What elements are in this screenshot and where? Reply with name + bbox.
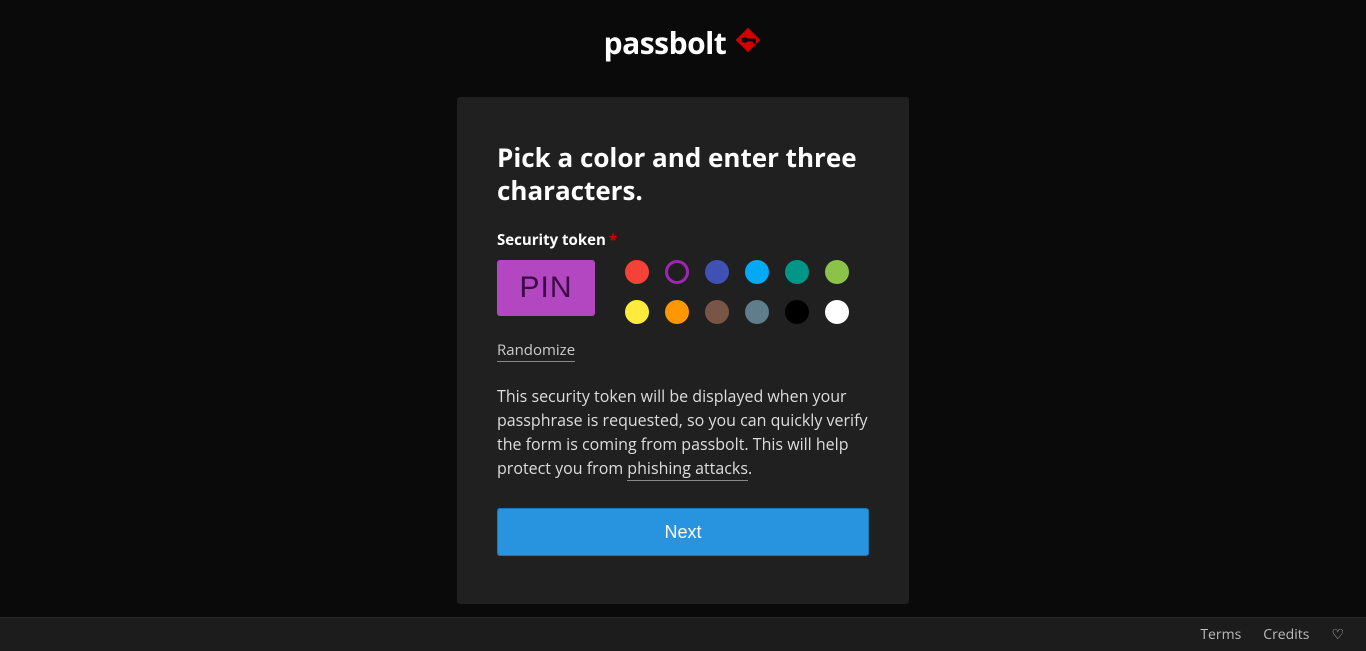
security-token-input[interactable] [497,260,595,316]
security-token-label: Security token* [497,230,869,250]
color-swatch[interactable] [665,300,689,324]
color-swatch[interactable] [825,300,849,324]
token-row [497,260,869,324]
color-swatch[interactable] [705,300,729,324]
color-swatch[interactable] [785,260,809,284]
color-swatch[interactable] [785,300,809,324]
brand-name: passbolt [604,22,727,63]
header: passbolt [0,0,1366,63]
randomize-link[interactable]: Randomize [497,340,575,362]
phishing-attacks-link[interactable]: phishing attacks [627,457,748,481]
footer-credits-link[interactable]: Credits [1263,625,1309,644]
card-title: Pick a color and enter three characters. [497,141,869,206]
setup-card: Pick a color and enter three characters.… [457,97,909,604]
color-swatch[interactable] [745,300,769,324]
brand-logo: passbolt [604,22,763,63]
color-swatch[interactable] [625,260,649,284]
color-swatch[interactable] [625,300,649,324]
color-swatches [625,260,849,324]
color-swatch[interactable] [705,260,729,284]
heart-icon[interactable]: ♡ [1331,625,1344,644]
color-swatch[interactable] [745,260,769,284]
footer: Terms Credits ♡ [0,617,1366,651]
security-token-description: This security token will be displayed wh… [497,384,869,480]
passbolt-icon [734,26,762,59]
color-swatch[interactable] [825,260,849,284]
footer-terms-link[interactable]: Terms [1200,625,1241,644]
color-swatch[interactable] [665,260,689,284]
next-button[interactable]: Next [497,508,869,556]
required-asterisk: * [609,230,617,250]
